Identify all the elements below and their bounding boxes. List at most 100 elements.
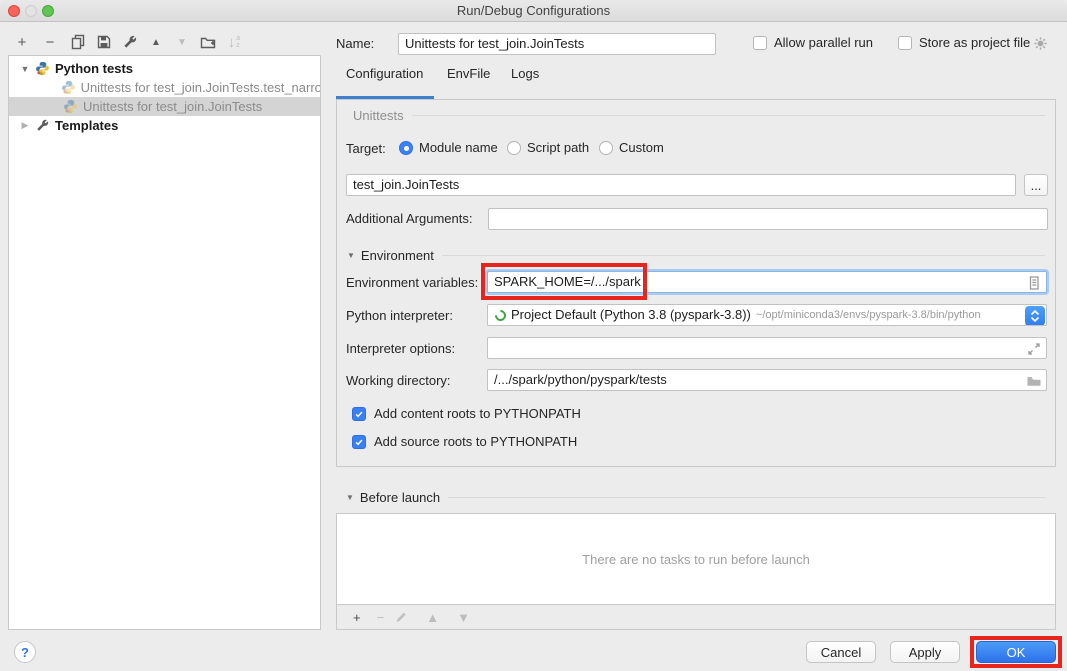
working-directory-input[interactable]: /.../spark/python/pyspark/tests [487, 369, 1047, 391]
tab-envfile[interactable]: EnvFile [447, 66, 490, 81]
new-folder-icon [200, 34, 216, 50]
target-option-label: Custom [619, 140, 664, 155]
move-task-down-button[interactable]: ▼ [449, 610, 470, 625]
additional-arguments-input[interactable] [488, 208, 1048, 230]
plus-icon: + [353, 610, 361, 625]
environment-variables-input[interactable]: SPARK_HOME=/.../spark [487, 271, 1047, 293]
interpreter-options-label: Interpreter options: [346, 341, 455, 356]
ok-button[interactable]: OK [976, 641, 1056, 663]
minus-icon: − [46, 34, 55, 51]
arrow-up-icon: ▲ [151, 37, 161, 48]
environment-section-label: Environment [361, 248, 434, 263]
interpreter-options-input[interactable] [487, 337, 1047, 359]
arrow-down-icon: ▼ [457, 610, 470, 625]
configuration-tab-panel: Unittests Target: Module name Script pat… [336, 99, 1056, 467]
name-label: Name: [336, 36, 374, 51]
checkbox-icon [753, 36, 767, 50]
add-source-roots-checkbox[interactable]: Add source roots to PYTHONPATH [352, 434, 577, 449]
checkbox-checked-icon [352, 407, 366, 421]
folder-icon[interactable] [1026, 373, 1042, 389]
plus-icon: + [18, 34, 27, 51]
edit-pencil-icon[interactable] [394, 610, 408, 624]
minus-icon: − [377, 610, 385, 625]
add-source-roots-label: Add source roots to PYTHONPATH [374, 434, 577, 449]
radio-icon [507, 141, 521, 155]
python-icon [63, 99, 78, 114]
allow-parallel-run-checkbox[interactable]: Allow parallel run [753, 35, 873, 50]
question-mark-icon: ? [21, 645, 29, 660]
environment-section-header[interactable]: ▼ Environment [347, 248, 1055, 263]
before-launch-label: Before launch [360, 490, 440, 505]
add-configuration-button[interactable]: + [12, 33, 32, 51]
save-configuration-button[interactable] [94, 33, 114, 51]
cancel-button[interactable]: Cancel [806, 641, 876, 663]
edit-templates-button[interactable] [120, 33, 140, 51]
checkbox-checked-icon [352, 435, 366, 449]
tree-item-label: Templates [55, 118, 118, 133]
radio-icon [599, 141, 613, 155]
target-option-label: Script path [527, 140, 589, 155]
name-input[interactable]: Unittests for test_join.JoinTests [398, 33, 716, 55]
move-down-button[interactable]: ▼ [172, 33, 192, 51]
target-radio-script-path[interactable]: Script path [507, 140, 589, 155]
additional-arguments-label: Additional Arguments: [346, 211, 472, 226]
before-launch-task-list: There are no tasks to run before launch [336, 513, 1056, 605]
python-icon [61, 80, 76, 95]
add-content-roots-checkbox[interactable]: Add content roots to PYTHONPATH [352, 406, 581, 421]
before-launch-toolbar: + − ▲ ▼ [336, 605, 1056, 630]
working-directory-label: Working directory: [346, 373, 451, 388]
conda-env-icon [493, 307, 509, 323]
target-label: Target: [346, 141, 386, 156]
tree-expand-icon[interactable]: ▼ [19, 64, 31, 74]
expand-field-icon[interactable] [1026, 341, 1042, 357]
check-icon [354, 409, 364, 419]
ellipsis-icon: ... [1031, 178, 1042, 193]
tree-item-label: Unittests for test_join.JoinTests.test_n… [81, 80, 320, 95]
tree-item-label: Python tests [55, 61, 133, 76]
tree-item-label: Unittests for test_join.JoinTests [83, 99, 262, 114]
remove-task-button[interactable]: − [369, 610, 385, 625]
tree-item-jointests-selected[interactable]: Unittests for test_join.JoinTests [9, 97, 320, 116]
python-icon [35, 61, 50, 76]
arrow-down-icon: ▼ [177, 37, 187, 48]
unittests-group-header: Unittests [353, 108, 1055, 123]
add-task-button[interactable]: + [345, 610, 361, 625]
move-task-up-button[interactable]: ▲ [418, 610, 439, 625]
edit-variables-icon[interactable] [1026, 275, 1042, 291]
wrench-icon [122, 34, 138, 50]
radio-selected-icon [399, 141, 413, 155]
target-option-label: Module name [419, 140, 498, 155]
target-input[interactable]: test_join.JoinTests [346, 174, 1016, 196]
arrow-up-icon: ▲ [426, 610, 439, 625]
configuration-editor: Name: Unittests for test_join.JoinTests … [336, 0, 1056, 671]
browse-target-button[interactable]: ... [1024, 174, 1048, 196]
tree-item-test-narrow[interactable]: Unittests for test_join.JoinTests.test_n… [9, 78, 320, 97]
apply-button[interactable]: Apply [890, 641, 960, 663]
configurations-tree: ▼ Python tests Unittests for test_join.J… [8, 55, 321, 630]
python-interpreter-label: Python interpreter: [346, 308, 453, 323]
tree-collapse-icon[interactable]: ▶ [19, 120, 31, 131]
target-radio-custom[interactable]: Custom [599, 140, 664, 155]
help-button[interactable]: ? [14, 641, 36, 663]
gear-icon[interactable] [1033, 36, 1048, 51]
copy-configuration-button[interactable] [68, 33, 88, 51]
create-folder-button[interactable] [198, 33, 218, 51]
sort-configurations-button[interactable]: ↓ az [224, 33, 244, 51]
target-radio-module-name[interactable]: Module name [399, 140, 498, 155]
tree-item-templates[interactable]: ▶ Templates [9, 116, 320, 135]
tree-item-python-tests[interactable]: ▼ Python tests [9, 59, 320, 78]
sort-az-icon: ↓ az [228, 35, 240, 50]
chevron-up-down-icon [1030, 309, 1040, 323]
tab-configuration[interactable]: Configuration [346, 66, 423, 81]
python-interpreter-select[interactable]: Project Default (Python 3.8 (pyspark-3.8… [487, 304, 1047, 326]
remove-configuration-button[interactable]: − [40, 33, 60, 51]
before-launch-section-header[interactable]: ▼ Before launch [346, 490, 1056, 505]
allow-parallel-run-label: Allow parallel run [774, 35, 873, 50]
checkbox-icon [898, 36, 912, 50]
wrench-icon [35, 118, 50, 133]
store-as-project-file-checkbox[interactable]: Store as project file [898, 35, 1030, 50]
dropdown-chevron-button[interactable] [1025, 306, 1045, 326]
move-up-button[interactable]: ▲ [146, 33, 166, 51]
interpreter-path: ~/opt/miniconda3/envs/pyspark-3.8/bin/py… [756, 305, 981, 325]
tab-logs[interactable]: Logs [511, 66, 539, 81]
